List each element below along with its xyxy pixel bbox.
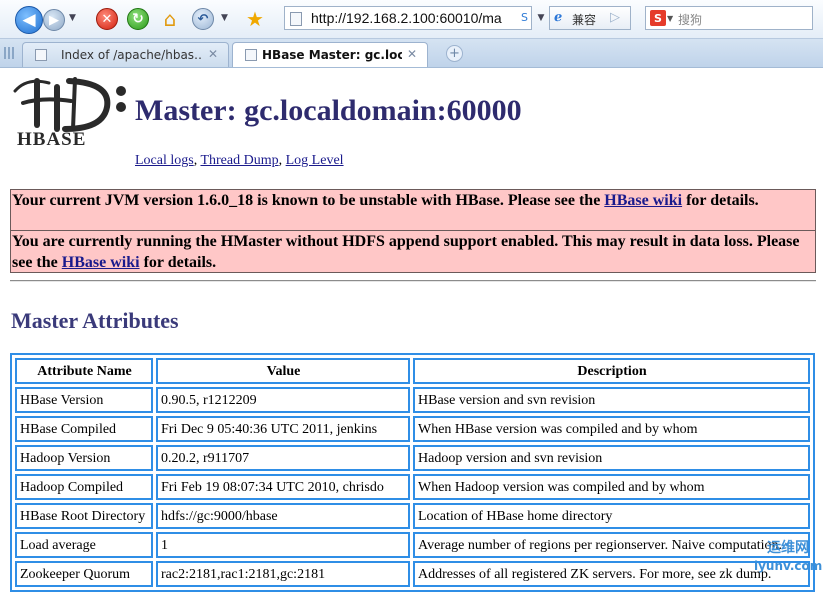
table-header-row: Attribute Name Value Description bbox=[15, 358, 810, 384]
home-icon[interactable]: ⌂ bbox=[158, 7, 182, 31]
table-row: HBase Compiled Fri Dec 9 05:40:36 UTC 20… bbox=[15, 416, 810, 442]
attribute-name-cell: Load average bbox=[15, 532, 153, 558]
page-icon bbox=[245, 49, 257, 61]
favorites-star-icon[interactable]: ★ bbox=[243, 7, 267, 31]
sogou-logo-icon[interactable]: S bbox=[650, 10, 666, 26]
hbase-wiki-link[interactable]: HBase wiki bbox=[604, 192, 682, 209]
hbase-logo: HBASE bbox=[13, 77, 126, 149]
table-row: Hadoop Compiled Fri Feb 19 08:07:34 UTC … bbox=[15, 474, 810, 500]
attribute-name-cell: HBase Root Directory bbox=[15, 503, 153, 529]
close-icon[interactable]: ✕ bbox=[208, 47, 218, 61]
local-logs-link[interactable]: Local logs bbox=[135, 153, 194, 168]
watermark-text: iyunv.com bbox=[754, 559, 823, 573]
value-text: Fri Feb 19 08:07:34 UTC 2010, chrisdo bbox=[161, 479, 384, 495]
tab-grip-icon bbox=[4, 47, 16, 59]
tab-index-of-apache[interactable]: Index of /apache/hbas… ✕ bbox=[22, 42, 229, 67]
link-separator: , bbox=[278, 153, 286, 168]
value-cell: hdfs://gc:9000/hbase bbox=[156, 503, 410, 529]
description-cell: When Hadoop version was compiled and by … bbox=[413, 474, 810, 500]
description-cell: Location of HBase home directory bbox=[413, 503, 810, 529]
watermark-text: 运维网 bbox=[767, 540, 809, 556]
back-arrow-icon[interactable]: ◀ bbox=[15, 6, 43, 34]
hbase-wiki-link[interactable]: HBase wiki bbox=[62, 254, 140, 271]
horizontal-rule bbox=[10, 280, 816, 282]
table-row: Hadoop Version 0.20.2, r911707 Hadoop ve… bbox=[15, 445, 810, 471]
column-header: Value bbox=[156, 358, 410, 384]
undo-dropdown-icon[interactable]: ▼ bbox=[221, 13, 228, 23]
attribute-name-cell: Hadoop Compiled bbox=[15, 474, 153, 500]
history-dropdown-icon[interactable]: ▼ bbox=[69, 13, 76, 23]
undo-icon[interactable]: ↶ bbox=[192, 8, 214, 30]
description-cell: Hadoop version and svn revision bbox=[413, 445, 810, 471]
section-title: Master Attributes bbox=[11, 308, 179, 333]
column-header: Attribute Name bbox=[15, 358, 153, 384]
description-cell: HBase version and svn revision bbox=[413, 387, 810, 413]
column-header: Description bbox=[413, 358, 810, 384]
attribute-name-cell: HBase Compiled bbox=[15, 416, 153, 442]
description-text: Addresses of all registered ZK servers. … bbox=[418, 566, 772, 582]
value-cell: Fri Feb 19 08:07:34 UTC 2010, chrisdo bbox=[156, 474, 410, 500]
page-icon bbox=[290, 12, 302, 26]
header-links: Local logs, Thread Dump, Log Level bbox=[135, 153, 344, 169]
value-cell: 0.90.5, r1212209 bbox=[156, 387, 410, 413]
attribute-name-cell: Zookeeper Quorum bbox=[15, 561, 153, 587]
log-level-link[interactable]: Log Level bbox=[286, 153, 344, 168]
go-icon[interactable]: ▷ bbox=[610, 10, 620, 25]
address-url[interactable]: http://192.168.2.100:60010/ma bbox=[311, 10, 516, 26]
close-icon[interactable]: ✕ bbox=[407, 47, 417, 61]
tab-hbase-master[interactable]: HBase Master: gc.loca… ✕ bbox=[232, 42, 428, 67]
sogou-s-icon: S bbox=[521, 11, 528, 24]
refresh-icon[interactable]: ↻ bbox=[127, 8, 149, 30]
hdfs-append-warning-banner: You are currently running the HMaster wi… bbox=[10, 230, 816, 273]
compat-label: 兼容 bbox=[572, 13, 597, 27]
address-bar[interactable]: http://192.168.2.100:60010/ma S bbox=[284, 6, 532, 30]
forward-arrow-icon[interactable]: ▶ bbox=[43, 9, 65, 31]
stop-icon[interactable]: ✕ bbox=[96, 8, 118, 30]
address-dropdown-icon[interactable]: ▼ bbox=[534, 6, 548, 30]
value-cell: 0.20.2, r911707 bbox=[156, 445, 410, 471]
compat-mode-button[interactable]: ℯ 兼容 ▷ bbox=[549, 6, 631, 30]
value-cell: rac2:2181,rac1:2181,gc:2181 bbox=[156, 561, 410, 587]
warning-text: Your current JVM version 1.6.0_18 is kno… bbox=[12, 192, 605, 209]
page-icon bbox=[35, 49, 47, 61]
table-row: HBase Version 0.90.5, r1212209 HBase ver… bbox=[15, 387, 810, 413]
table-row: HBase Root Directory hdfs://gc:9000/hbas… bbox=[15, 503, 810, 529]
tab-label: HBase Master: gc.loca… bbox=[262, 48, 402, 62]
site-watermark: 运维网 iyunv.com bbox=[749, 537, 823, 577]
description-cell: When HBase version was compiled and by w… bbox=[413, 416, 810, 442]
browser-toolbar: ◀ ▶ ▼ ✕ ↻ ⌂ ↶ ▼ ★ http://192.168.2.100:6… bbox=[0, 0, 823, 39]
warning-text: for details. bbox=[682, 192, 759, 209]
value-cell: Fri Dec 9 05:40:36 UTC 2011, jenkins bbox=[156, 416, 410, 442]
new-tab-plus-icon[interactable]: + bbox=[446, 45, 463, 62]
master-attributes-table: Attribute Name Value Description HBase V… bbox=[10, 353, 815, 592]
search-input[interactable]: 搜狗 bbox=[678, 11, 702, 28]
warning-text: for details. bbox=[139, 254, 217, 271]
svg-text:HBASE: HBASE bbox=[17, 129, 86, 149]
table-row: Zookeeper Quorum rac2:2181,rac1:2181,gc:… bbox=[15, 561, 810, 587]
description-text: Average number of regions per regionserv… bbox=[418, 537, 782, 553]
attribute-name-cell: HBase Version bbox=[15, 387, 153, 413]
jvm-warning-banner: Your current JVM version 1.6.0_18 is kno… bbox=[10, 189, 816, 231]
page-title: Master: gc.localdomain:60000 bbox=[135, 94, 522, 127]
tab-label: Index of /apache/hbas… bbox=[61, 48, 201, 62]
tab-bar: Index of /apache/hbas… ✕ HBase Master: g… bbox=[0, 39, 823, 68]
attribute-name-cell: Hadoop Version bbox=[15, 445, 153, 471]
ie-compat-icon: ℯ bbox=[554, 10, 563, 25]
search-engine-dropdown-icon[interactable]: ▼ bbox=[667, 14, 673, 23]
thread-dump-link[interactable]: Thread Dump bbox=[200, 153, 278, 168]
search-box[interactable]: S ▼ 搜狗 bbox=[645, 6, 813, 30]
table-row: Load average 1 Average number of regions… bbox=[15, 532, 810, 558]
value-cell: 1 bbox=[156, 532, 410, 558]
